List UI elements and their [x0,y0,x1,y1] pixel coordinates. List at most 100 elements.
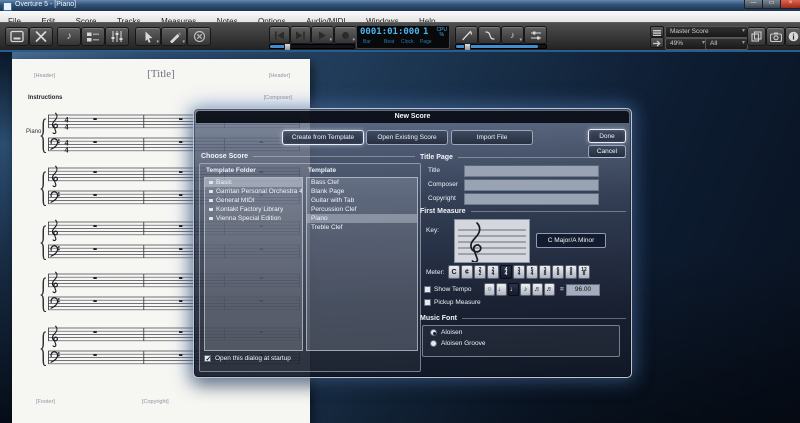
dialog-title[interactable]: New Score [196,111,629,123]
half-note-button[interactable]: ♩ [496,283,507,296]
folder-item-basic[interactable]: Basic [205,178,302,187]
note-tool-button[interactable]: ♪ ▾ [501,26,524,44]
pickup-measure-label: Pickup Measure [434,299,481,306]
insert-tool-button[interactable] [455,26,478,44]
chevron-down-icon: ▾ [352,38,355,43]
mixer-button[interactable] [105,27,129,46]
meter-2-4[interactable]: 24 [487,265,499,279]
slur-tool-button[interactable] [478,26,501,44]
meter-3-8[interactable]: 38 [539,265,551,279]
transport-slider[interactable] [269,44,355,49]
brace-icon: { [39,221,48,259]
thirtysecond-note-button[interactable]: ♬ [544,283,555,296]
rewind-button[interactable] [269,26,290,44]
whole-note-button[interactable]: ○ [484,283,495,296]
pencil-tool-button[interactable]: ▾ [161,27,187,46]
open-existing-score-tab[interactable]: Open Existing Score [366,130,448,145]
brace-icon: { [39,327,48,365]
notes-palette-button[interactable]: ♪ [57,27,81,46]
meter-label: Meter: [426,269,444,276]
zoom-selector-dropdown[interactable]: 49% [665,38,708,50]
folder-item-general-midi[interactable]: General MIDI [205,196,302,205]
template-item-guitar-with-tab[interactable]: Guitar with Tab [307,196,417,205]
eighth-note-button[interactable]: ♪ [520,283,531,296]
select-tool-button[interactable]: ▾ [135,27,161,46]
startup-checkbox-label: Open this dialog at startup [215,355,291,362]
template-folder-list[interactable]: Basic Garritan Personal Orchestra 4 Gene… [204,177,303,351]
svg-text:4: 4 [65,123,69,132]
tempo-value-field[interactable]: 96.00 [566,284,600,296]
brace-icon: { [39,273,48,311]
goto-button[interactable] [650,37,664,48]
chevron-down-icon: ▾ [519,38,522,43]
curve-icon [484,30,496,41]
pickup-measure-checkbox[interactable] [424,299,431,306]
track-list-button[interactable] [81,27,105,46]
view-selector-dropdown[interactable]: Master Score [665,26,748,38]
meter-6-8[interactable]: 68 [552,265,564,279]
startup-checkbox[interactable] [204,355,211,362]
import-file-tab[interactable]: Import File [451,130,533,145]
template-list[interactable]: Bass Clef Blank Page Guitar with Tab Per… [306,177,418,351]
play-button[interactable]: ▾ [311,26,334,44]
camera-icon [770,32,782,42]
show-tempo-checkbox[interactable] [424,286,431,293]
title-input[interactable] [464,165,599,177]
template-item-treble-clef[interactable]: Treble Clef [307,223,417,232]
tool-slider[interactable] [455,44,547,49]
erase-tool-button[interactable] [187,27,211,46]
meter-2-2[interactable]: 22 [474,265,486,279]
template-item-percussion-clef[interactable]: Percussion Clef [307,205,417,214]
page-label: Page [420,39,432,45]
meter-cut-time[interactable]: ¢ [461,265,473,279]
info-button[interactable]: i [785,27,800,46]
snapshot-button[interactable] [766,27,785,46]
clock-label: Clock [401,39,414,45]
aloisen-radio[interactable] [430,329,437,336]
folder-icon [209,181,213,185]
forward-button[interactable] [290,26,311,44]
create-from-template-tab[interactable]: Create from Template [282,130,364,145]
window-icon [9,30,25,43]
meter-12-8[interactable]: 128 [578,265,590,279]
page-header-right: [Header] [269,73,290,79]
score-window-button[interactable] [5,27,29,46]
meter-3-4[interactable]: 34 [513,265,525,279]
template-item-bass-clef[interactable]: Bass Clef [307,178,417,187]
parts-button[interactable] [747,27,766,46]
maximize-button[interactable]: ▭ [762,0,781,9]
filter-selector-dropdown[interactable]: All [705,38,748,50]
fader-icon [530,30,542,41]
folder-item-vienna[interactable]: Vienna Special Edition [205,214,302,223]
title-page-section-label: Title Page [420,154,626,161]
template-item-piano[interactable]: Piano [307,214,417,223]
meter-common-time[interactable]: C [448,265,460,279]
velocity-tool-button[interactable] [524,26,547,44]
copyright-input[interactable] [464,193,599,205]
meter-4-4[interactable]: 44 [500,265,512,279]
instructions-label: Instructions [28,95,62,101]
folder-item-kontakt[interactable]: Kontakt Factory Library [205,205,302,214]
meter-5-4[interactable]: 54 [526,265,538,279]
transport-display: 0001:01:000 1 Bar Beat Clock Page CPU% [356,25,450,49]
meter-9-8[interactable]: 98 [565,265,577,279]
minimize-button[interactable]: — [744,0,763,9]
composer-input[interactable] [464,179,599,191]
position-readout: 0001:01:000 [360,27,420,37]
key-label: Key: [426,227,439,234]
key-signature-preview[interactable] [454,219,530,263]
forward-icon [295,31,306,40]
folder-item-garritan[interactable]: Garritan Personal Orchestra 4 [205,187,302,196]
record-button[interactable]: ▾ [334,26,357,44]
aloisen-groove-radio[interactable] [430,340,437,347]
quarter-note-button[interactable]: ♩ [508,283,519,296]
folder-icon [209,208,213,212]
done-button[interactable]: Done [588,129,626,143]
page-copyright: [Copyright] [142,399,169,405]
cursor-arrow-icon [142,30,155,43]
close-button[interactable]: × [780,0,800,9]
key-select-button[interactable]: C Major/A Minor [536,233,606,248]
sixteenth-note-button[interactable]: ♬ [532,283,543,296]
template-item-blank-page[interactable]: Blank Page [307,187,417,196]
tools-button[interactable] [29,27,53,46]
